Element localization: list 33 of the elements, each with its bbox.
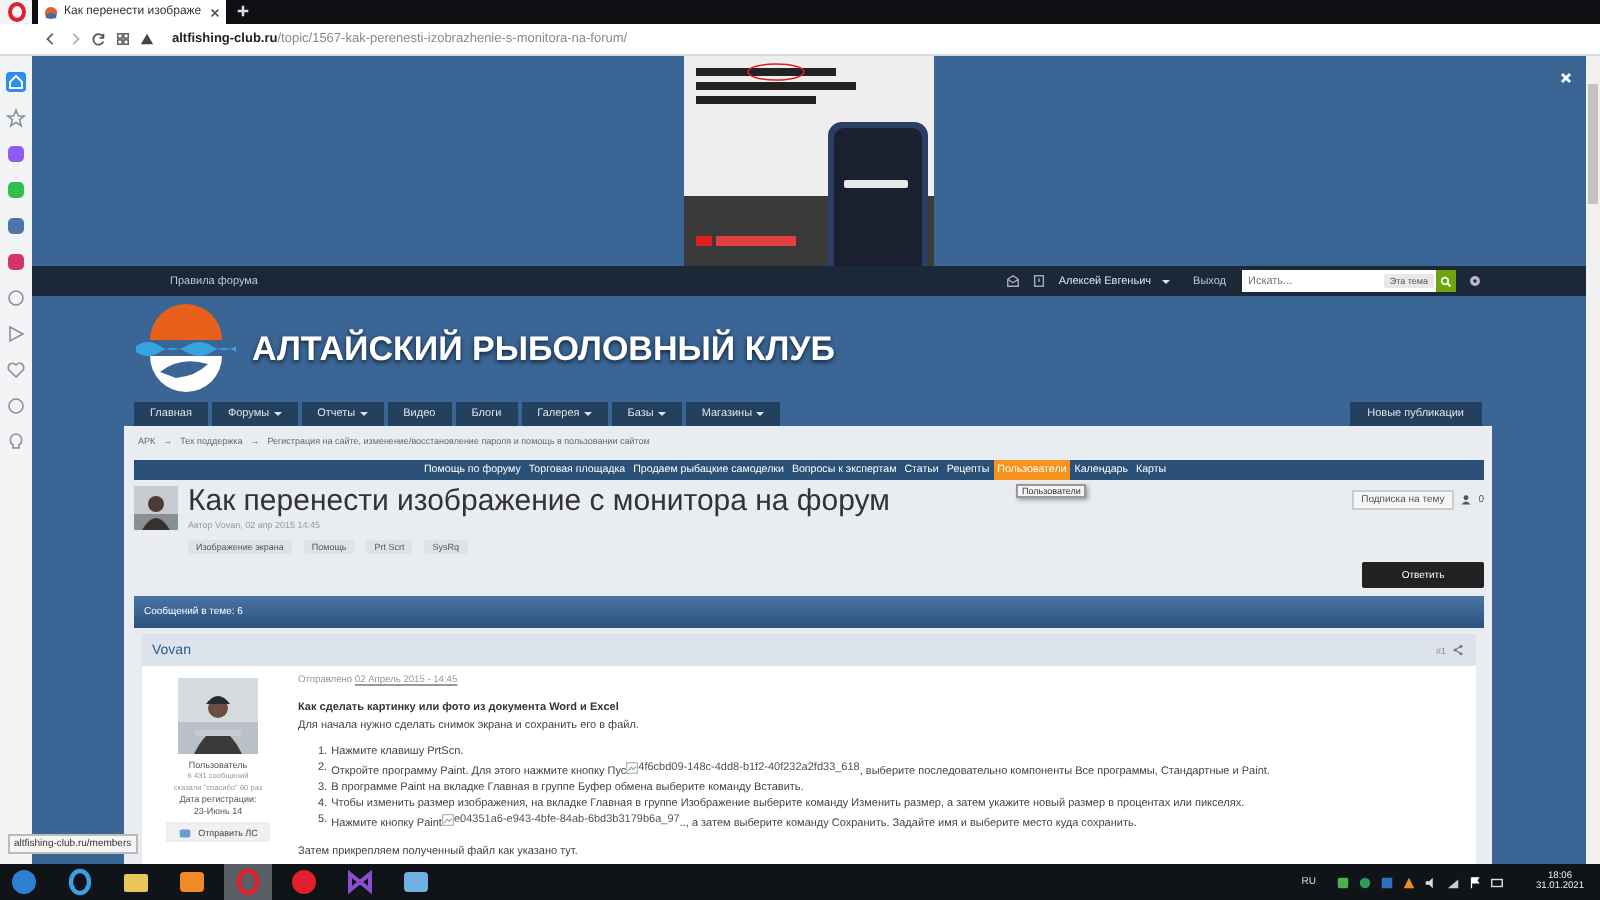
warning-icon[interactable] xyxy=(140,32,154,46)
close-icon[interactable] xyxy=(210,7,220,17)
topic-title: Как перенести изображение с монитора на форум xyxy=(188,486,890,518)
search-button[interactable] xyxy=(1436,270,1456,292)
site-title[interactable]: АЛТАЙСКИЙ РЫБОЛОВНЫЙ КЛУБ xyxy=(252,329,835,369)
flag-icon[interactable] xyxy=(1467,875,1482,889)
settings-icon[interactable] xyxy=(1468,274,1482,288)
caret-icon xyxy=(756,412,765,416)
opera-logo-icon[interactable] xyxy=(7,2,25,22)
avatar-icon[interactable] xyxy=(134,486,178,530)
scrollbar[interactable] xyxy=(1586,56,1600,864)
favicon-icon xyxy=(44,5,58,19)
send-icon[interactable] xyxy=(6,324,26,344)
volume-icon[interactable] xyxy=(1423,875,1438,889)
reload-icon[interactable] xyxy=(92,32,106,46)
notification-icon[interactable] xyxy=(1032,274,1047,288)
back-icon[interactable] xyxy=(44,32,58,46)
new-tab-icon[interactable] xyxy=(236,4,250,18)
share-icon[interactable] xyxy=(1452,644,1464,656)
bulb-icon[interactable] xyxy=(6,432,26,452)
network-icon[interactable] xyxy=(1445,875,1460,889)
people-icon xyxy=(1460,494,1473,506)
grid-icon[interactable] xyxy=(116,32,130,46)
heart-icon[interactable] xyxy=(6,360,26,380)
fish-logo-icon[interactable] xyxy=(136,303,236,395)
star-icon[interactable] xyxy=(6,108,26,128)
caret-icon xyxy=(359,412,368,416)
display-icon[interactable] xyxy=(1489,875,1504,889)
caret-icon xyxy=(583,412,592,416)
caret-icon xyxy=(273,412,282,416)
caret-icon xyxy=(1161,279,1170,283)
home-icon[interactable] xyxy=(6,72,26,92)
caret-icon xyxy=(657,412,666,416)
